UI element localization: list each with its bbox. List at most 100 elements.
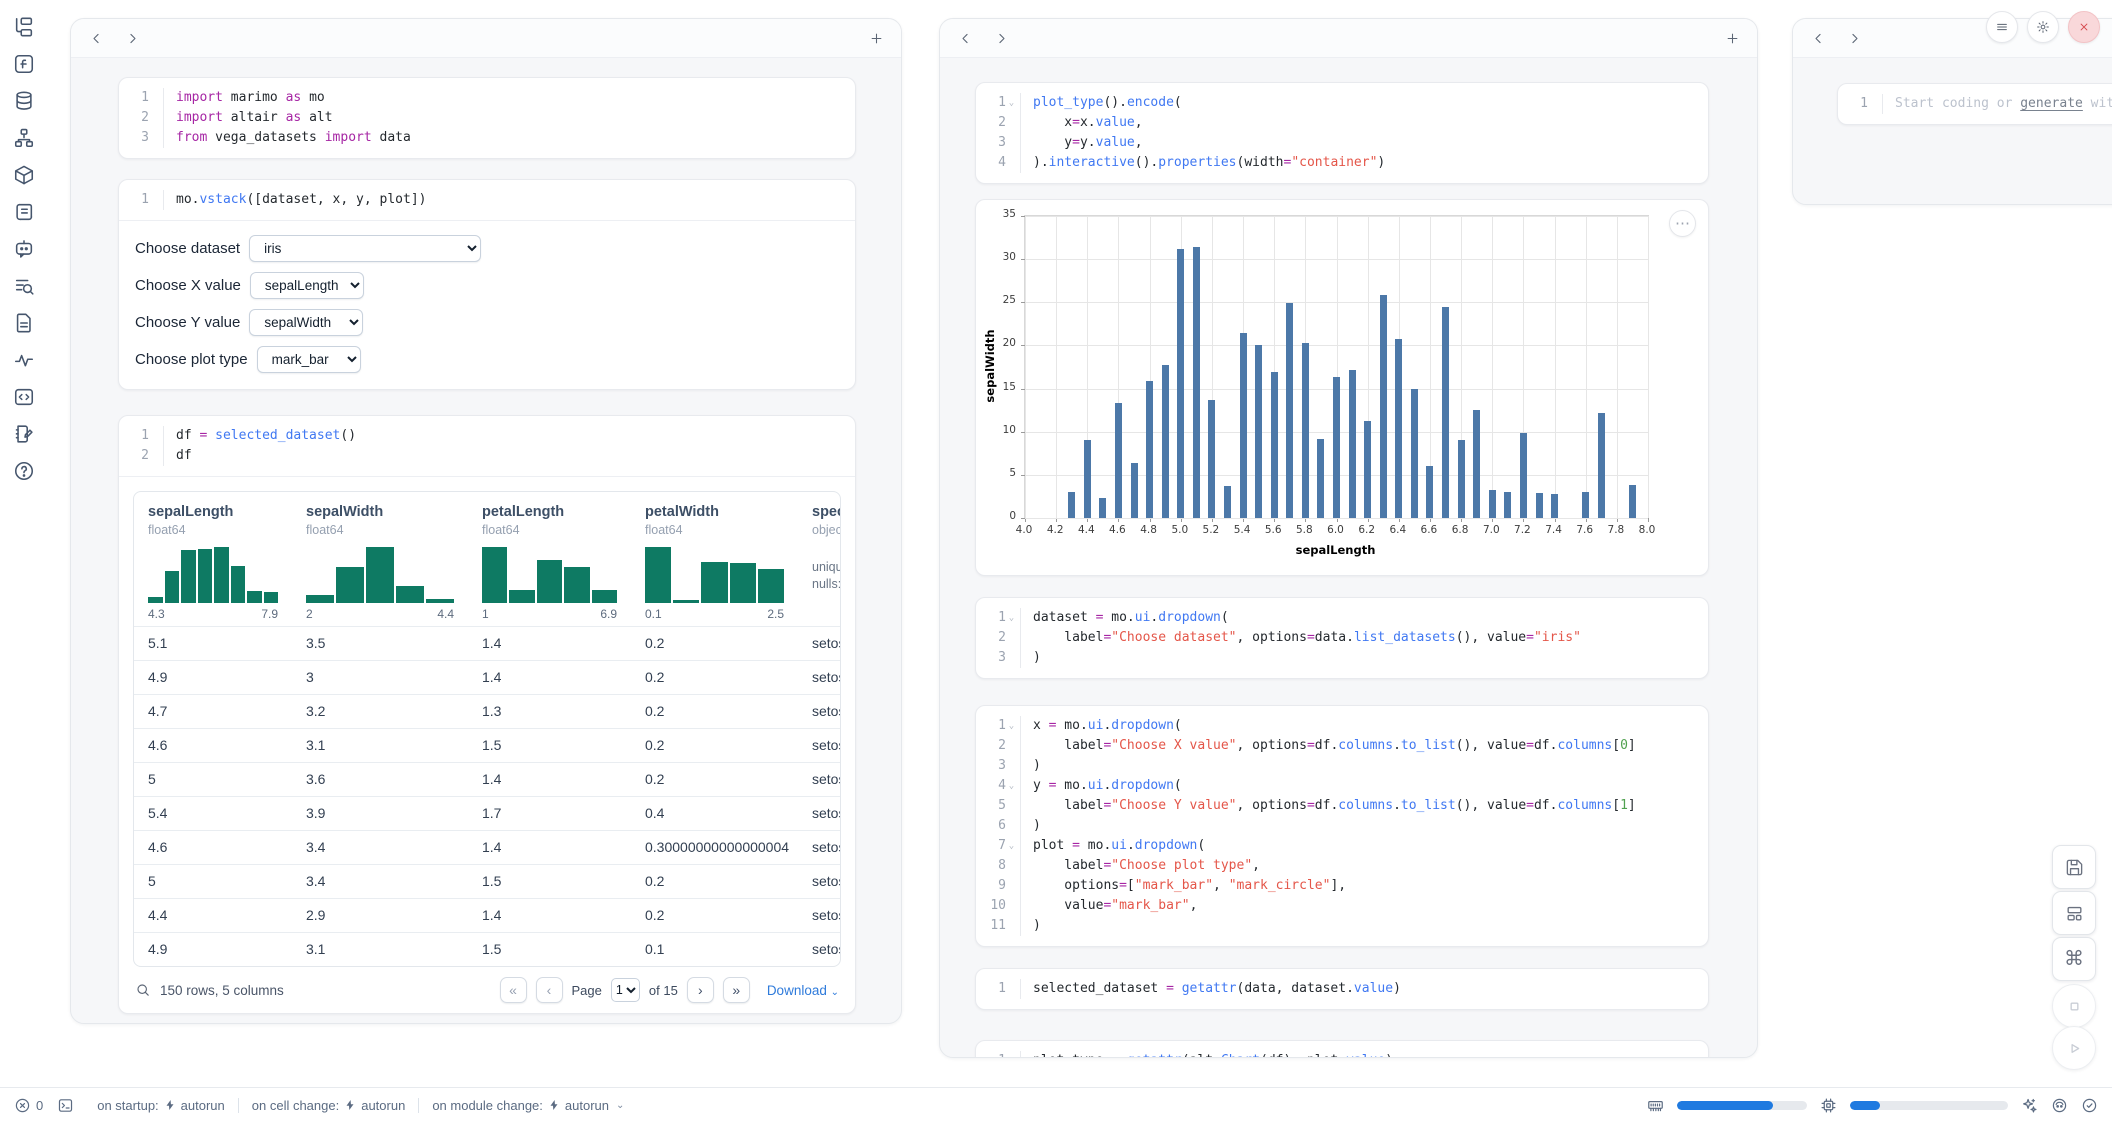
chart-plot-area[interactable]	[1024, 215, 1649, 519]
column-left-icon[interactable]	[954, 27, 976, 49]
table-row[interactable]: 5.43.91.70.4setosa	[134, 796, 840, 830]
code-editor[interactable]: import marimo as moimport altair as altf…	[164, 88, 855, 148]
first-page-button[interactable]: «	[500, 977, 527, 1003]
x-value-select[interactable]: sepalLength	[250, 272, 364, 299]
shortcuts-button[interactable]: ⌘	[2052, 937, 2096, 981]
sidebar-tracing-icon[interactable]	[13, 349, 35, 371]
table-row[interactable]: 4.93.11.50.1setosa	[134, 932, 840, 966]
table-row[interactable]: 4.42.91.40.2setosa	[134, 898, 840, 932]
plot-type-select[interactable]: mark_bar	[257, 346, 361, 373]
chart-bar	[1349, 370, 1356, 518]
sidebar-file-explorer-icon[interactable]	[13, 16, 35, 38]
sidebar-packages-icon[interactable]	[13, 164, 35, 186]
column-header-sepalLength: sepalLengthfloat64 4.37.9	[134, 492, 292, 626]
status-bar: 0 on startup: autorun on cell change: au…	[0, 1087, 2112, 1122]
code-editor[interactable]: dataset = mo.ui.dropdown( label="Choose …	[1021, 608, 1708, 668]
cell-dataset-dropdown: 1⌄23dataset = mo.ui.dropdown( label="Cho…	[975, 597, 1709, 679]
chart-bar	[1162, 365, 1169, 518]
sidebar-dependency-graph-icon[interactable]	[13, 127, 35, 149]
table-row[interactable]: 4.73.21.30.2setosa	[134, 694, 840, 728]
download-button[interactable]: Download ⌄	[767, 983, 839, 998]
errors-icon[interactable]	[14, 1097, 31, 1114]
copilot-icon[interactable]	[2051, 1097, 2068, 1114]
sidebar-ai-chat-icon[interactable]	[13, 238, 35, 260]
code-editor[interactable]: mo.vstack([dataset, x, y, plot])	[164, 190, 855, 210]
cell-vstack: 1mo.vstack([dataset, x, y, plot]) Choose…	[118, 179, 856, 390]
dropdown-label: Choose dataset	[135, 240, 240, 257]
column-left-icon[interactable]	[1807, 27, 1829, 49]
column-left-icon[interactable]	[85, 27, 107, 49]
page-select[interactable]: 1	[611, 978, 640, 1002]
sidebar-scratchpad-icon[interactable]	[13, 201, 35, 223]
status-on-module-change[interactable]: on module change: autorun⌄	[418, 1098, 637, 1113]
notebook-column-2: 1⌄234plot_type().encode( x=x.value, y=y.…	[939, 18, 1758, 1058]
code-editor[interactable]: plot_type = getattr(alt.Chart(df), plot.…	[1021, 1051, 1708, 1058]
status-on-startup[interactable]: on startup: autorun	[84, 1098, 238, 1113]
close-button[interactable]	[2068, 11, 2100, 43]
code-editor[interactable]: df = selected_dataset()df	[164, 426, 855, 466]
chart-bar	[1084, 440, 1091, 519]
chart-bar	[1582, 492, 1589, 518]
column-right-icon[interactable]	[990, 27, 1012, 49]
run-button[interactable]	[2052, 1026, 2096, 1070]
terminal-icon[interactable]	[57, 1097, 74, 1114]
column-header-sepalWidth: sepalWidthfloat64 24.4	[292, 492, 468, 626]
sidebar-snippets-icon[interactable]	[13, 386, 35, 408]
menu-button[interactable]	[1986, 11, 2018, 43]
status-on-cell-change[interactable]: on cell change: autorun	[238, 1098, 419, 1113]
code-editor[interactable]: x = mo.ui.dropdown( label="Choose X valu…	[1021, 716, 1708, 936]
sidebar-logs-icon[interactable]	[13, 275, 35, 297]
bolt-icon	[548, 1098, 560, 1112]
table-row[interactable]: 53.41.50.2setosa	[134, 864, 840, 898]
line-numbers: 1	[976, 979, 1021, 999]
line-numbers: 1⌄23	[976, 608, 1021, 668]
chart-bar	[1380, 295, 1387, 518]
add-cell-icon[interactable]	[865, 27, 887, 49]
code-editor[interactable]: Start coding or generate with	[1883, 94, 2112, 114]
next-page-button[interactable]: ›	[687, 977, 714, 1003]
cell-dataframe: 12df = selected_dataset()df sepalLengthf…	[118, 415, 856, 1014]
sidebar-functions-icon[interactable]	[13, 53, 35, 75]
sidebar-help-icon[interactable]	[13, 460, 35, 482]
code-editor[interactable]: plot_type().encode( x=x.value, y=y.value…	[1021, 93, 1708, 173]
dataframe-table: sepalLengthfloat64 4.37.9 sepalWidthfloa…	[133, 491, 841, 967]
dropdown-label: Choose Y value	[135, 314, 240, 331]
sidebar-notebook-icon[interactable]	[13, 423, 35, 445]
settings-button[interactable]	[2027, 11, 2059, 43]
sidebar-documentation-icon[interactable]	[13, 312, 35, 334]
last-page-button[interactable]: »	[723, 977, 750, 1003]
activity-sidebar	[0, 0, 47, 1088]
search-icon[interactable]	[135, 982, 151, 998]
dropdown-label: Choose X value	[135, 277, 241, 294]
table-row[interactable]: 5.13.51.40.2setosa	[134, 626, 840, 660]
code-editor[interactable]: selected_dataset = getattr(data, dataset…	[1021, 979, 1708, 999]
prev-page-button[interactable]: ‹	[536, 977, 563, 1003]
chart-menu-button[interactable]: ⋯	[1669, 210, 1696, 237]
window-controls	[1986, 11, 2100, 43]
table-row[interactable]: 4.63.11.50.2setosa	[134, 728, 840, 762]
ai-sparkle-icon[interactable]	[2021, 1097, 2038, 1114]
column-header-petalWidth: petalWidthfloat64 0.12.5	[631, 492, 798, 626]
line-numbers: 12	[119, 426, 164, 466]
chart-bar	[1193, 247, 1200, 518]
cpu-icon	[1820, 1097, 1837, 1114]
stop-icon	[2065, 997, 2084, 1016]
bolt-icon	[164, 1098, 176, 1112]
table-row[interactable]: 53.61.40.2setosa	[134, 762, 840, 796]
column-right-icon[interactable]	[121, 27, 143, 49]
dataset-select[interactable]: iris	[249, 235, 481, 262]
table-row[interactable]: 4.931.40.2setosa	[134, 660, 840, 694]
table-row[interactable]: 4.63.41.40.30000000000000004setosa	[134, 830, 840, 864]
chart-bar	[1426, 466, 1433, 518]
layout-button[interactable]	[2052, 891, 2096, 935]
dropdown-row: Choose dataset iris	[135, 235, 839, 262]
stop-button[interactable]	[2052, 984, 2096, 1028]
autosave-status-icon[interactable]	[2081, 1097, 2098, 1114]
sidebar-datasources-icon[interactable]	[13, 90, 35, 112]
save-button[interactable]	[2052, 845, 2096, 889]
column-right-icon[interactable]	[1843, 27, 1865, 49]
column-toolbar	[71, 19, 901, 58]
y-value-select[interactable]: sepalWidth	[249, 309, 363, 336]
chart-bar	[1536, 493, 1543, 518]
add-cell-icon[interactable]	[1721, 27, 1743, 49]
